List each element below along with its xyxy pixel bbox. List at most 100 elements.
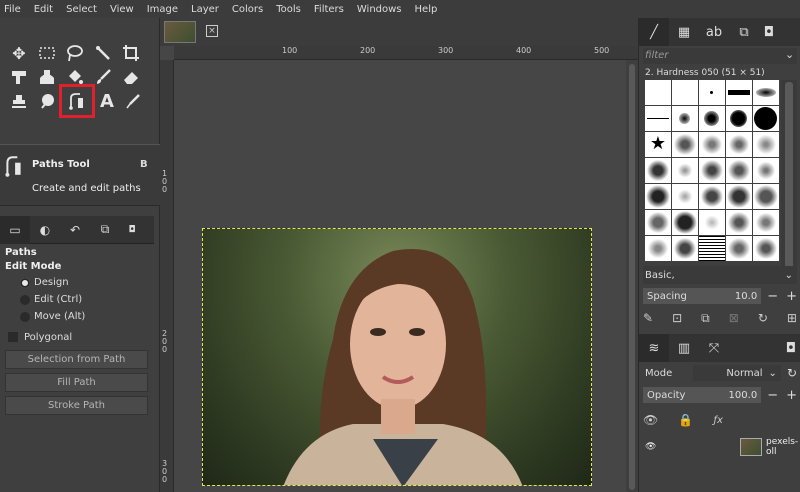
refresh-brushes-icon[interactable]: ↻: [758, 311, 768, 325]
layer-visibility-eye-icon[interactable]: 👁: [645, 442, 656, 452]
chevron-down-icon[interactable]: ⌄: [785, 48, 794, 61]
mode-move-label: Move (Alt): [34, 311, 86, 322]
configure-tab-icon[interactable]: ◘: [120, 216, 144, 244]
tooltip-shortcut: B: [140, 159, 148, 170]
radio-dot-selected: [20, 277, 30, 288]
toolbox-panel: ✥ A Paths Tool B Create and edit paths ▭…: [0, 18, 160, 492]
ruler-label: 400: [516, 46, 532, 55]
menu-image[interactable]: Image: [147, 4, 178, 15]
plus-icon[interactable]: +: [786, 289, 797, 304]
menu-tools[interactable]: Tools: [276, 4, 301, 15]
layers-tab-icon[interactable]: ≋: [639, 334, 669, 362]
paths-tool-icon[interactable]: [59, 84, 95, 118]
images-tab-icon[interactable]: ⧉: [90, 216, 120, 244]
brush-grid[interactable]: ★: [645, 80, 779, 280]
color-picker-tool-icon[interactable]: [120, 90, 146, 112]
ruler-label: 300: [162, 459, 168, 484]
fx-icon[interactable]: ƒx: [714, 415, 723, 426]
ruler-label: 100: [162, 169, 168, 194]
menu-filters[interactable]: Filters: [314, 4, 344, 15]
chevron-down-icon: ⌄: [768, 367, 777, 379]
menu-select[interactable]: Select: [66, 4, 97, 15]
plus-icon[interactable]: +: [786, 388, 797, 403]
open-brush-icon[interactable]: ⊞: [787, 311, 797, 325]
canvas-vertical-scrollbar[interactable]: [626, 60, 638, 492]
menu-help[interactable]: Help: [415, 4, 438, 15]
patterns-tab-icon[interactable]: ▦: [669, 18, 699, 46]
tooltip-title: Paths Tool: [32, 159, 90, 170]
selection-from-path-button[interactable]: Selection from Path: [5, 350, 148, 369]
brushes-tabs: ╱ ▦ ab ⧉ ◘: [639, 18, 800, 46]
layer-mode-switch-icon[interactable]: ↻: [787, 366, 797, 380]
visibility-eye-icon[interactable]: 👁: [643, 413, 658, 427]
tool-options: Paths Edit Mode Design Edit (Ctrl) Move …: [0, 246, 154, 419]
mode-select[interactable]: Normal ⌄: [692, 365, 781, 381]
new-brush-icon[interactable]: ⊡: [672, 311, 682, 325]
image-tab-thumbnail[interactable]: [164, 21, 196, 43]
menu-windows[interactable]: Windows: [357, 4, 402, 15]
layer-row[interactable]: 👁 pexels-oll: [643, 436, 800, 458]
document-history-tab-icon[interactable]: ⧉: [729, 18, 759, 46]
menu-layer[interactable]: Layer: [191, 4, 219, 15]
rect-select-tool-icon[interactable]: [34, 42, 60, 64]
minus-icon[interactable]: −: [767, 388, 778, 403]
mode-edit-radio[interactable]: Edit (Ctrl): [0, 291, 154, 308]
edit-brush-icon[interactable]: ✎: [643, 311, 653, 325]
smudge-tool-icon[interactable]: [34, 90, 60, 112]
minus-icon[interactable]: −: [767, 289, 778, 304]
warp-transform-tool-icon[interactable]: [34, 66, 60, 88]
scrollbar-thumb[interactable]: [785, 82, 793, 278]
menu-edit[interactable]: Edit: [34, 4, 53, 15]
device-status-tab-icon[interactable]: ◐: [30, 216, 60, 244]
right-dock: ╱ ▦ ab ⧉ ◘ filter ⌄ 2. Hardness 050 (51 …: [638, 18, 800, 492]
tool-options-tab-icon[interactable]: ▭: [0, 215, 30, 244]
menu-colors[interactable]: Colors: [232, 4, 263, 15]
portrait-photo: [283, 249, 523, 485]
brush-preset-value: Basic,: [645, 269, 675, 281]
brush-scrollbar[interactable]: [781, 80, 797, 280]
horizontal-ruler: 100 200 300 400 500: [174, 46, 638, 60]
mode-edit-label: Edit (Ctrl): [34, 294, 83, 305]
scrollbar-thumb[interactable]: [629, 64, 635, 490]
spacing-slider[interactable]: Spacing 10.0: [643, 288, 762, 304]
mode-move-radio[interactable]: Move (Alt): [0, 308, 154, 325]
free-select-tool-icon[interactable]: [62, 42, 88, 64]
dock-menu-icon[interactable]: ◘: [781, 334, 800, 362]
edit-mode-label: Edit Mode: [5, 261, 62, 272]
mode-design-radio[interactable]: Design: [0, 274, 154, 291]
radio-dot: [20, 294, 30, 305]
clone-tool-icon[interactable]: [6, 90, 32, 112]
channels-tab-icon[interactable]: ▥: [669, 334, 699, 362]
unified-transform-tool-icon[interactable]: [6, 66, 32, 88]
text-tool-icon[interactable]: A: [94, 90, 120, 112]
brush-preset-select[interactable]: Basic, ⌄: [643, 266, 797, 284]
crop-tool-icon[interactable]: [118, 42, 144, 64]
menu-bar: File Edit Select View Image Layer Colors…: [0, 0, 800, 18]
mode-design-label: Design: [34, 277, 69, 288]
undo-history-tab-icon[interactable]: ↶: [60, 216, 90, 244]
opacity-value: 100.0: [728, 389, 758, 401]
duplicate-brush-icon[interactable]: ⧉: [701, 311, 710, 326]
brush-filter-input[interactable]: filter: [643, 48, 797, 64]
opacity-slider[interactable]: Opacity 100.0: [643, 387, 762, 403]
menu-view[interactable]: View: [110, 4, 134, 15]
delete-brush-icon[interactable]: ⊠: [729, 311, 739, 325]
image-canvas[interactable]: [202, 228, 592, 486]
image-tabs: ×: [160, 18, 638, 46]
lock-icon[interactable]: 🔒: [678, 413, 693, 427]
stroke-path-button[interactable]: Stroke Path: [5, 396, 148, 415]
menu-file[interactable]: File: [4, 4, 21, 15]
paths-tab-icon[interactable]: ⤧: [699, 334, 729, 362]
close-image-icon[interactable]: ×: [206, 25, 218, 37]
fuzzy-select-tool-icon[interactable]: [90, 42, 116, 64]
move-tool-icon[interactable]: ✥: [6, 42, 32, 64]
fill-path-button[interactable]: Fill Path: [5, 373, 148, 392]
fonts-tab-icon[interactable]: ab: [699, 18, 729, 46]
vertical-ruler: 100 200 300: [160, 60, 174, 492]
eraser-tool-icon[interactable]: [118, 66, 144, 88]
brushes-tab-icon[interactable]: ╱: [639, 18, 669, 46]
polygonal-label: Polygonal: [24, 331, 73, 343]
ruler-label: 500: [594, 46, 610, 55]
dock-menu-icon[interactable]: ◘: [759, 18, 779, 46]
polygonal-checkbox[interactable]: Polygonal: [0, 327, 154, 347]
